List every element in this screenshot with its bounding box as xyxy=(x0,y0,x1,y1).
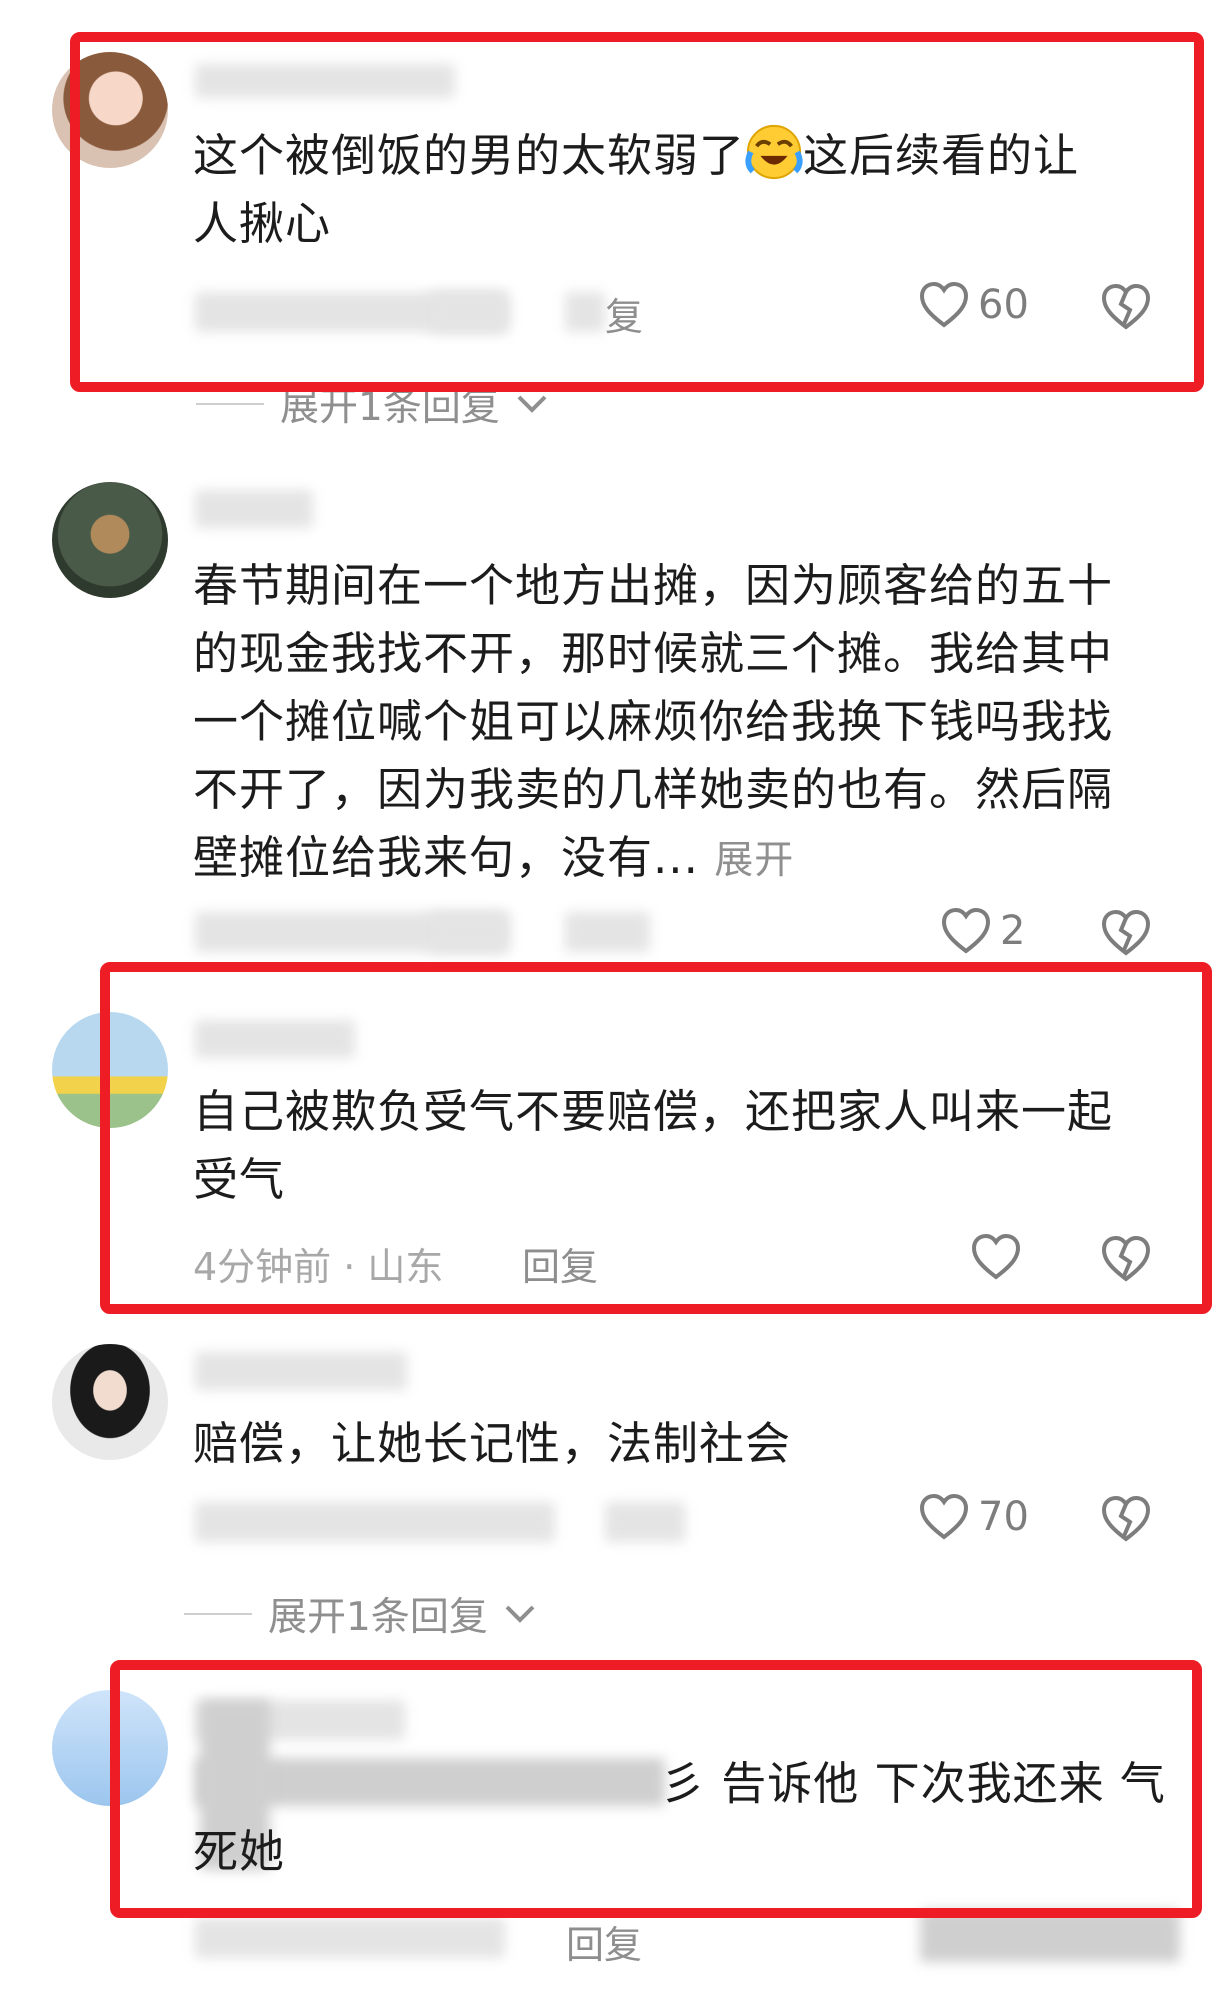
comment-meta: 4分钟前 · 山东 xyxy=(193,1245,444,1289)
meta-blurred-2 xyxy=(430,292,510,332)
like-button[interactable]: 60 xyxy=(918,280,1029,330)
avatar[interactable] xyxy=(52,1690,168,1806)
heart-icon xyxy=(970,1232,1022,1282)
broken-heart-icon[interactable] xyxy=(1100,908,1152,958)
heart-icon xyxy=(918,280,970,330)
like-button[interactable]: 2 xyxy=(940,906,1025,956)
username-blurred xyxy=(195,1352,407,1390)
censored-icons xyxy=(920,1910,1180,1962)
like-button[interactable] xyxy=(970,1232,1022,1282)
username-blurred xyxy=(195,1020,355,1058)
avatar[interactable] xyxy=(52,52,168,168)
broken-heart-icon[interactable] xyxy=(1100,282,1152,332)
avatar[interactable] xyxy=(52,482,168,598)
divider xyxy=(196,403,264,405)
comment-text: 自己被欺负受气不要赔偿，还把家人叫来一起 受气 xyxy=(193,1085,1114,1206)
heart-icon xyxy=(940,906,992,956)
divider xyxy=(184,1613,252,1615)
meta-blurred-3 xyxy=(565,912,650,952)
like-count: 2 xyxy=(1000,908,1026,954)
expand-replies[interactable]: 展开1条回复 xyxy=(184,1586,536,1642)
crying-laughing-emoji xyxy=(745,124,803,180)
comment-text: 这个被倒饭的男的太软弱了 这后续看的让 人揪心 xyxy=(193,122,1153,258)
meta-blurred-2 xyxy=(430,912,510,952)
username-blurred xyxy=(195,490,313,528)
meta-blurred xyxy=(195,1918,505,1958)
meta-blurred-2 xyxy=(605,1502,685,1542)
chevron-down-icon xyxy=(505,1605,535,1623)
broken-heart-icon[interactable] xyxy=(1100,1494,1152,1544)
comment-text-line-1: 彡 告诉他 下次我还来 气 xyxy=(660,1757,1166,1810)
comment-text: 赔偿，让她长记性，法制社会 xyxy=(193,1417,792,1470)
like-button[interactable]: 70 xyxy=(918,1492,1029,1542)
chevron-down-icon xyxy=(517,395,547,413)
meta-blurred xyxy=(195,1502,555,1542)
like-count: 60 xyxy=(978,282,1029,328)
heart-icon xyxy=(918,1492,970,1542)
username-blurred xyxy=(195,64,455,98)
meta-blurred-3 xyxy=(565,292,605,332)
reply-button[interactable]: 回复 xyxy=(566,1914,642,1969)
reply-button[interactable]: 回复 xyxy=(522,1236,598,1291)
comment-text: 春节期间在一个地方出摊，因为顾客给的五十 的现金我找不开，那时候就三个摊。我给其… xyxy=(193,559,1114,884)
like-count: 70 xyxy=(978,1494,1029,1540)
broken-heart-icon[interactable] xyxy=(1100,1234,1152,1284)
expand-text-link[interactable]: 展开 xyxy=(714,838,794,883)
avatar[interactable] xyxy=(52,1344,168,1460)
expand-replies[interactable]: 展开1条回复 xyxy=(196,376,548,432)
reply-button[interactable]: 复 xyxy=(605,286,643,341)
avatar[interactable] xyxy=(52,1012,168,1128)
comment-text-line-2: 死她 xyxy=(193,1825,286,1878)
